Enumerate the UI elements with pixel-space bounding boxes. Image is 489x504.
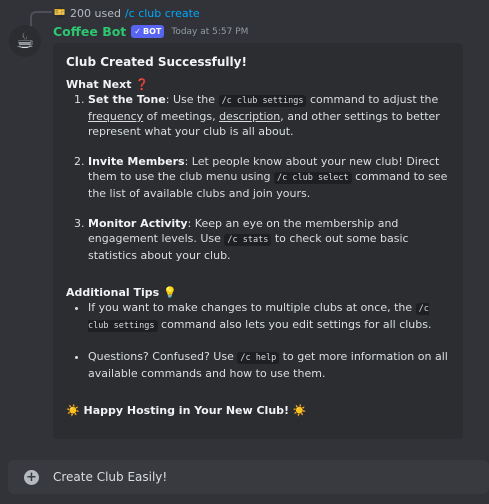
list-item: Invite Members: Let people know about yo… [88,154,451,201]
command-code: /c club select [274,172,352,184]
step-text: : Use the [165,93,219,106]
verified-check-icon: ✓ [134,27,141,36]
sun-icon: ☀️ [66,404,80,417]
reply-used-count: 200 used [70,6,121,20]
tip-text: If you want to make changes to multiple … [88,301,416,314]
command-code: /c help [237,352,280,364]
list-item: Monitor Activity: Keep an eye on the mem… [88,216,451,263]
tip-text: command also lets you edit settings for … [157,318,432,331]
sun-icon: ☀️ [292,404,307,417]
list-item: Set the Tone: Use the /c club settings c… [88,92,451,139]
message-composer[interactable]: + Create Club Easily! [8,460,489,494]
tips-label: Additional Tips [66,286,160,299]
embed-title: Club Created Successfully! [66,55,247,69]
list-item: Questions? Confused? Use /c help to get … [88,349,451,381]
composer-input[interactable]: Create Club Easily! [53,470,167,484]
reply-command[interactable]: /c club create [125,7,200,20]
add-attachment-icon[interactable]: + [24,469,39,485]
reply-reference[interactable]: 🎫 200 used /c club create [54,5,200,21]
lightbulb-icon: 💡 [163,286,177,299]
step-title: Set the Tone [88,93,166,106]
message-timestamp[interactable]: Today at 5:57 PM [171,27,248,37]
step-text: command to adjust the [306,93,439,106]
bot-avatar[interactable]: ☕ [9,25,41,57]
question-icon: ❓ [135,78,150,91]
steps-list: Set the Tone: Use the /c club settings c… [66,92,451,263]
embed-description: What Next ❓ Set the Tone: Use the /c clu… [66,77,451,418]
list-item: If you want to make changes to multiple … [88,300,451,334]
reply-connector [30,11,52,27]
bot-username[interactable]: Coffee Bot [53,24,126,39]
step-title: Invite Members [88,155,185,168]
message-header: Coffee Bot ✓ BOT Today at 5:57 PM [53,24,248,39]
description-link[interactable]: description [219,110,280,123]
bot-tag: ✓ BOT [131,25,165,38]
step-text: of meetings, [143,110,220,123]
frequency-link[interactable]: frequency [88,110,143,123]
bot-tag-label: BOT [143,27,162,36]
command-code: /c stats [224,234,272,246]
step-title: Monitor Activity [88,217,188,230]
what-next-heading: What Next ❓ [66,77,451,92]
tip-text: Questions? Confused? Use [88,350,238,363]
command-code: /c club settings [218,95,307,107]
what-next-label: What Next [66,78,132,91]
footer-text: Happy Hosting in Your New Club! [83,404,290,417]
tips-heading: Additional Tips 💡 [66,285,451,300]
footer-line: ☀️ Happy Hosting in Your New Club! ☀️ [66,403,451,418]
reply-avatar: 🎫 [54,7,66,19]
embed-card: Club Created Successfully! What Next ❓ S… [53,43,463,439]
tips-list: If you want to make changes to multiple … [66,300,451,381]
